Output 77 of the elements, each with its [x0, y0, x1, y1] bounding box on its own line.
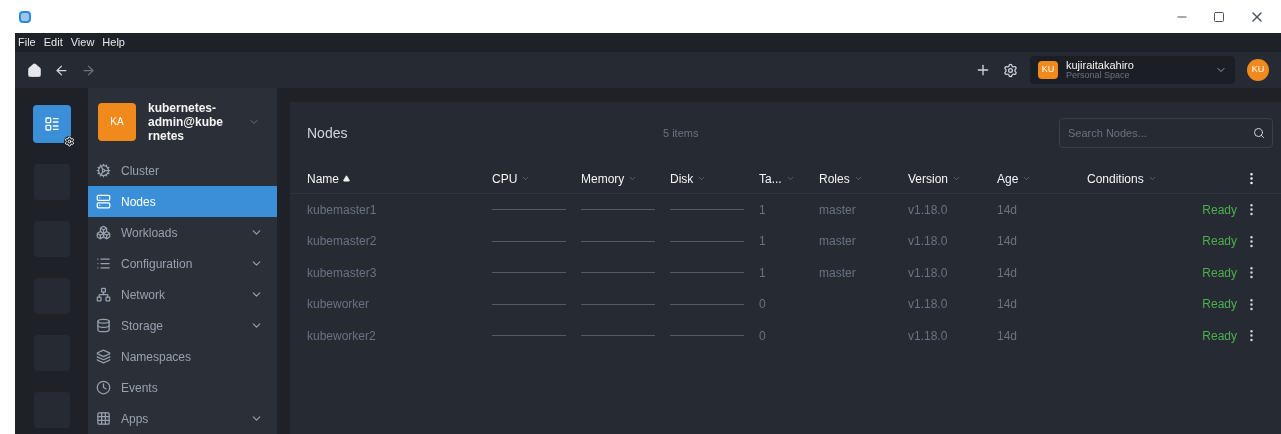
column-header[interactable]: CPU [492, 169, 581, 188]
sidebar-item[interactable]: Workloads [88, 217, 277, 248]
table-cell-text: v1.18.0 [908, 201, 949, 219]
table-cell-text: v1.18.0 [908, 296, 949, 314]
table-cell-text: kubeworker [307, 296, 371, 314]
account-name: kujiraitakahiro [1066, 60, 1135, 71]
table-cell-text: master [819, 233, 857, 251]
table-cell-text: v1.18.0 [908, 233, 949, 251]
column-header[interactable]: Memory [581, 169, 670, 188]
workspace-avatar: KU [1038, 61, 1058, 79]
table-cell-text: master [819, 264, 857, 282]
sidebar-item[interactable]: Storage [88, 310, 277, 341]
list-icon [96, 256, 111, 271]
table-cell-text: kubeworker2 [307, 327, 377, 345]
add-icon[interactable] [975, 62, 991, 78]
column-header[interactable]: Version [908, 169, 997, 188]
status-text: Ready [1202, 328, 1237, 343]
table-cell-text: v1.18.0 [908, 327, 949, 345]
table-cell-text: 0 [759, 296, 767, 314]
menu-item[interactable]: View [70, 34, 95, 51]
table-cell-text: master [819, 201, 857, 219]
server-icon [96, 194, 111, 209]
grid-icon [96, 411, 111, 426]
sidebar-item[interactable]: Network [88, 279, 277, 310]
cluster-avatar: KA [98, 102, 136, 141]
column-header[interactable]: Name [307, 169, 492, 188]
column-header[interactable]: Roles [819, 169, 908, 188]
search-field[interactable]: Search Nodes... [1059, 118, 1273, 148]
boxes-icon [96, 225, 111, 240]
cluster-name[interactable]: kubernetes-admin@kubernetes [148, 100, 224, 143]
item-count: 5 items [663, 125, 700, 141]
status-text: Ready [1202, 234, 1237, 249]
forward-icon[interactable] [81, 62, 96, 78]
settings-badge-icon [63, 136, 75, 147]
table-cell-text: 14d [997, 264, 1019, 282]
table-cell-text: 14d [997, 201, 1019, 219]
menu-item[interactable]: File [18, 34, 36, 51]
back-icon[interactable] [54, 62, 69, 78]
workspace-selector[interactable]: KU kujiraitakahiro Personal Space [1030, 56, 1235, 84]
table-cell-text: kubemaster1 [307, 201, 378, 219]
table-cell-text: 0 [759, 327, 767, 345]
status-text: Ready [1202, 265, 1237, 280]
search-icon [1253, 127, 1265, 139]
table-cell-text: 14d [997, 233, 1019, 251]
column-header[interactable]: Disk [670, 169, 759, 188]
table-cell-text: 1 [759, 233, 767, 251]
sidebar-item[interactable]: Events [88, 372, 277, 403]
table-cell-text: v1.18.0 [908, 264, 949, 282]
sidebar-item[interactable]: Cluster [88, 155, 277, 186]
column-header[interactable]: Age [997, 169, 1087, 188]
maximize-icon[interactable] [1213, 10, 1225, 23]
column-header[interactable]: Ta... [759, 169, 819, 188]
panel-title: Nodes [307, 123, 349, 143]
list-icon [43, 116, 60, 132]
network-icon [96, 287, 111, 302]
table-cell-text: 1 [759, 201, 767, 219]
workspace-label: Personal Space [1066, 71, 1130, 80]
home-icon[interactable] [27, 62, 42, 78]
menu-item[interactable]: Help [102, 34, 125, 51]
table-cell-text: 14d [997, 296, 1019, 314]
table-cell-text: 14d [997, 327, 1019, 345]
app-logo-icon [19, 10, 31, 23]
settings-icon[interactable] [1003, 62, 1018, 78]
table-cell-text: kubemaster2 [307, 233, 378, 251]
sidebar-item[interactable]: Configuration [88, 248, 277, 279]
sidebar-item[interactable]: Namespaces [88, 341, 277, 372]
layers-icon [96, 349, 111, 364]
table-cell-text: kubemaster3 [307, 264, 378, 282]
status-text: Ready [1202, 297, 1237, 312]
menu-item[interactable]: Edit [43, 34, 63, 51]
status-text: Ready [1202, 202, 1237, 217]
gear-icon [96, 163, 111, 178]
column-header[interactable]: Conditions [1087, 169, 1237, 188]
database-icon [96, 318, 111, 333]
table-cell-text: 1 [759, 264, 767, 282]
clock-icon [96, 380, 111, 395]
sidebar-item[interactable]: Apps [88, 403, 277, 434]
